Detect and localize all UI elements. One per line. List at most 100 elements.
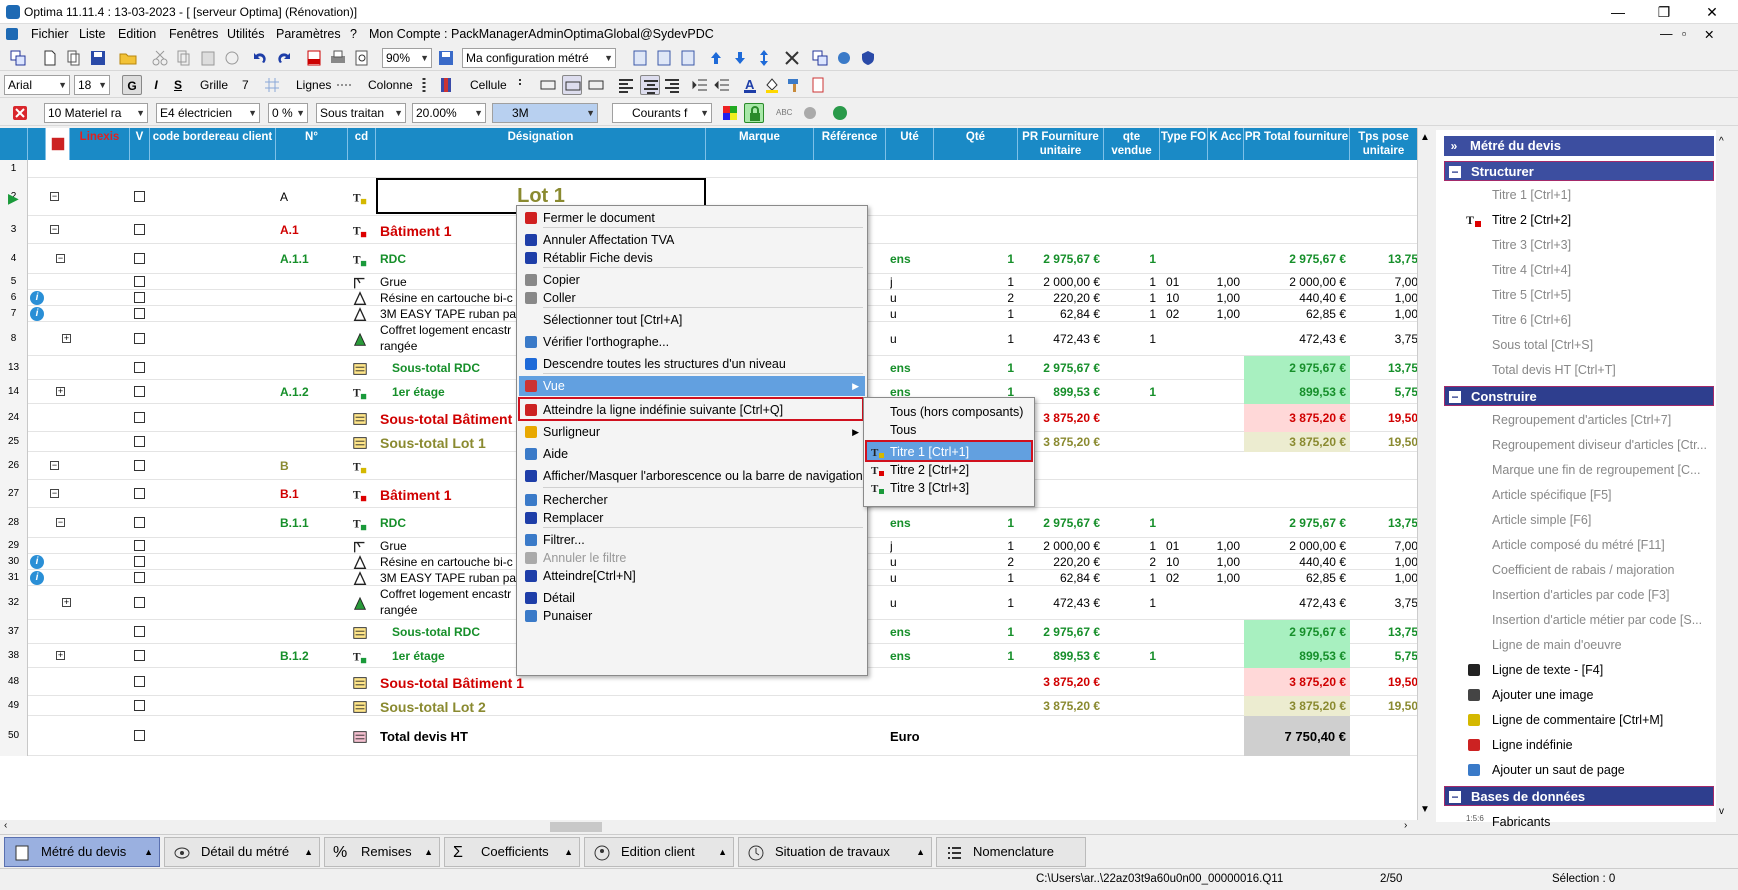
zoom-select[interactable]: 90% ▼ bbox=[382, 48, 432, 68]
menu-item-help[interactable]: Aide bbox=[519, 444, 865, 464]
info-icon[interactable]: i bbox=[30, 571, 44, 585]
unit-price-cell[interactable]: 220,20 € bbox=[1020, 555, 1100, 569]
panel-structurer-item[interactable]: Titre 3 [Ctrl+3] bbox=[1492, 238, 1571, 252]
total-supply-cell[interactable]: 472,43 € bbox=[1246, 596, 1346, 610]
panel-construire-item[interactable]: Ajouter un saut de page bbox=[1468, 763, 1625, 777]
courants-select[interactable]: Courants f ▼ bbox=[612, 103, 712, 123]
sold-qty-cell[interactable]: 1 bbox=[1106, 275, 1156, 289]
k-acc-cell[interactable]: 1,00 bbox=[1208, 571, 1240, 585]
labor-time-cell[interactable]: 5,75 bbox=[1352, 385, 1417, 399]
labor-time-cell[interactable]: 1,00 bbox=[1352, 571, 1417, 585]
save-config-icon[interactable] bbox=[436, 48, 456, 68]
unit-price-cell[interactable]: 472,43 € bbox=[1020, 332, 1100, 346]
tab-situation-de-travaux[interactable]: Situation de travaux ▲ bbox=[738, 837, 932, 867]
indent-icon[interactable] bbox=[690, 75, 710, 95]
section-structurer[interactable]: − Structurer bbox=[1444, 161, 1714, 181]
row-checkbox[interactable] bbox=[134, 597, 145, 608]
designation[interactable]: Sous-total Lot 2 bbox=[380, 699, 700, 715]
panel-construire-item[interactable]: Article composé du métré [F11] bbox=[1492, 538, 1665, 552]
unit-price-cell[interactable]: 2 975,67 € bbox=[1020, 361, 1100, 375]
section-construire[interactable]: − Construire bbox=[1444, 386, 1714, 406]
format-painter-icon[interactable] bbox=[784, 75, 804, 95]
table-row[interactable]: 50 Total devis HT Euro 7 750,40 € bbox=[0, 716, 1417, 756]
labor-time-cell[interactable]: 7,00 bbox=[1352, 539, 1417, 553]
panel-structurer-item[interactable]: Titre 5 [Ctrl+5] bbox=[1492, 288, 1571, 302]
menu-item-detail[interactable]: Détail bbox=[519, 588, 865, 608]
panel-construire-item[interactable]: Regroupement d'articles [Ctrl+7] bbox=[1492, 413, 1671, 427]
menu-item-replace[interactable]: Remplacer bbox=[519, 508, 865, 528]
collapse-icon[interactable]: − bbox=[50, 192, 59, 201]
submenu-item-title3[interactable]: T Titre 3 [Ctrl+3] bbox=[866, 478, 1032, 498]
col-designation[interactable]: Désignation bbox=[376, 128, 706, 160]
row-checkbox[interactable] bbox=[134, 308, 145, 319]
quantity-cell[interactable]: 1 bbox=[938, 539, 1014, 553]
cell-style-icon[interactable] bbox=[510, 75, 530, 95]
unit-cell[interactable]: u bbox=[890, 291, 930, 305]
menu-fichier[interactable]: Fichier bbox=[31, 27, 69, 41]
unit-price-cell[interactable]: 220,20 € bbox=[1020, 291, 1100, 305]
table-row[interactable]: 49 Sous-total Lot 2 3 875,20 € 3 875,20 € 19… bbox=[0, 696, 1417, 716]
total-supply-cell[interactable]: 440,40 € bbox=[1246, 291, 1346, 305]
col-toggle[interactable] bbox=[28, 128, 46, 160]
row-checkbox[interactable] bbox=[134, 460, 145, 471]
sold-qty-cell[interactable]: 1 bbox=[1106, 571, 1156, 585]
unit-price-cell[interactable]: 899,53 € bbox=[1020, 649, 1100, 663]
k-acc-cell[interactable]: 1,00 bbox=[1208, 275, 1240, 289]
total-supply-cell[interactable]: 2 975,67 € bbox=[1246, 625, 1346, 639]
tab-coefficients[interactable]: Σ Coefficients ▲ bbox=[444, 837, 580, 867]
col-pr-fourniture-unitaire[interactable]: PR Fourniture unitaire bbox=[1018, 128, 1104, 160]
grid-icon[interactable] bbox=[262, 75, 282, 95]
unit-price-cell[interactable]: 3 875,20 € bbox=[1020, 675, 1100, 689]
menu-item-goto[interactable]: Atteindre[Ctrl+N] bbox=[519, 566, 865, 586]
quantity-cell[interactable]: 1 bbox=[938, 649, 1014, 663]
type-fo-cell[interactable]: 02 bbox=[1166, 307, 1206, 321]
info-icon[interactable]: i bbox=[30, 555, 44, 569]
mdi-restore[interactable]: ▫ bbox=[1682, 27, 1686, 41]
sold-qty-cell[interactable]: 1 bbox=[1106, 596, 1156, 610]
row-checkbox[interactable] bbox=[134, 191, 145, 202]
panel-construire-item[interactable]: Ligne indéfinie bbox=[1468, 738, 1573, 752]
settings-gray-icon[interactable] bbox=[800, 103, 820, 123]
unit-cell[interactable]: ens bbox=[890, 361, 930, 375]
brand-select[interactable]: 3M ▼ bbox=[492, 103, 598, 123]
close-filter-icon[interactable] bbox=[10, 103, 30, 123]
mdi-close[interactable]: ✕ bbox=[1704, 27, 1714, 42]
quantity-cell[interactable]: 1 bbox=[938, 625, 1014, 639]
labor-time-cell[interactable]: 19,50 bbox=[1352, 435, 1417, 449]
tools-icon[interactable] bbox=[782, 48, 802, 68]
lock-icon[interactable] bbox=[744, 103, 764, 123]
col-code-bordereau[interactable]: code bordereau client bbox=[150, 128, 276, 160]
menu-item-restore-fiche[interactable]: Rétablir Fiche devis bbox=[519, 248, 865, 268]
panel-construire-item[interactable]: Coefficient de rabais / majoration bbox=[1492, 563, 1675, 577]
info-icon[interactable]: i bbox=[30, 291, 44, 305]
k-acc-cell[interactable]: 1,00 bbox=[1208, 307, 1240, 321]
row-checkbox[interactable] bbox=[134, 386, 145, 397]
font-select[interactable]: Arial ▼ bbox=[4, 75, 70, 95]
panel-structurer-item[interactable]: Titre 1 [Ctrl+1] bbox=[1492, 188, 1571, 202]
unit-cell[interactable]: ens bbox=[890, 516, 930, 530]
save-icon[interactable] bbox=[88, 48, 108, 68]
paste-icon[interactable] bbox=[198, 48, 218, 68]
designation[interactable]: Sous-total Bâtiment 1 bbox=[380, 675, 700, 691]
labor-time-cell[interactable]: 19,50 bbox=[1352, 675, 1417, 689]
sold-qty-cell[interactable]: 1 bbox=[1106, 291, 1156, 305]
unit-price-cell[interactable]: 62,84 € bbox=[1020, 307, 1100, 321]
menu-item-select-all[interactable]: Sélectionner tout [Ctrl+A] bbox=[519, 310, 865, 330]
unit-cell[interactable]: Euro bbox=[890, 729, 930, 744]
total-supply-cell[interactable]: 3 875,20 € bbox=[1246, 699, 1346, 713]
grille-value[interactable]: 7 bbox=[242, 78, 249, 92]
quantity-cell[interactable]: 1 bbox=[938, 571, 1014, 585]
border-icon-3[interactable] bbox=[586, 75, 606, 95]
row-checkbox[interactable] bbox=[134, 556, 145, 567]
row-checkbox[interactable] bbox=[134, 488, 145, 499]
quantity-cell[interactable]: 1 bbox=[938, 275, 1014, 289]
col-v[interactable]: V bbox=[130, 128, 150, 160]
row-checkbox[interactable] bbox=[134, 276, 145, 287]
type-fo-cell[interactable]: 10 bbox=[1166, 291, 1206, 305]
k-acc-cell[interactable]: 1,00 bbox=[1208, 555, 1240, 569]
table-row[interactable]: 1 bbox=[0, 160, 1417, 178]
labor-time-cell[interactable]: 1,00 bbox=[1352, 291, 1417, 305]
row-checkbox[interactable] bbox=[134, 700, 145, 711]
move-top-icon[interactable] bbox=[706, 48, 726, 68]
sold-qty-cell[interactable]: 1 bbox=[1106, 252, 1156, 266]
